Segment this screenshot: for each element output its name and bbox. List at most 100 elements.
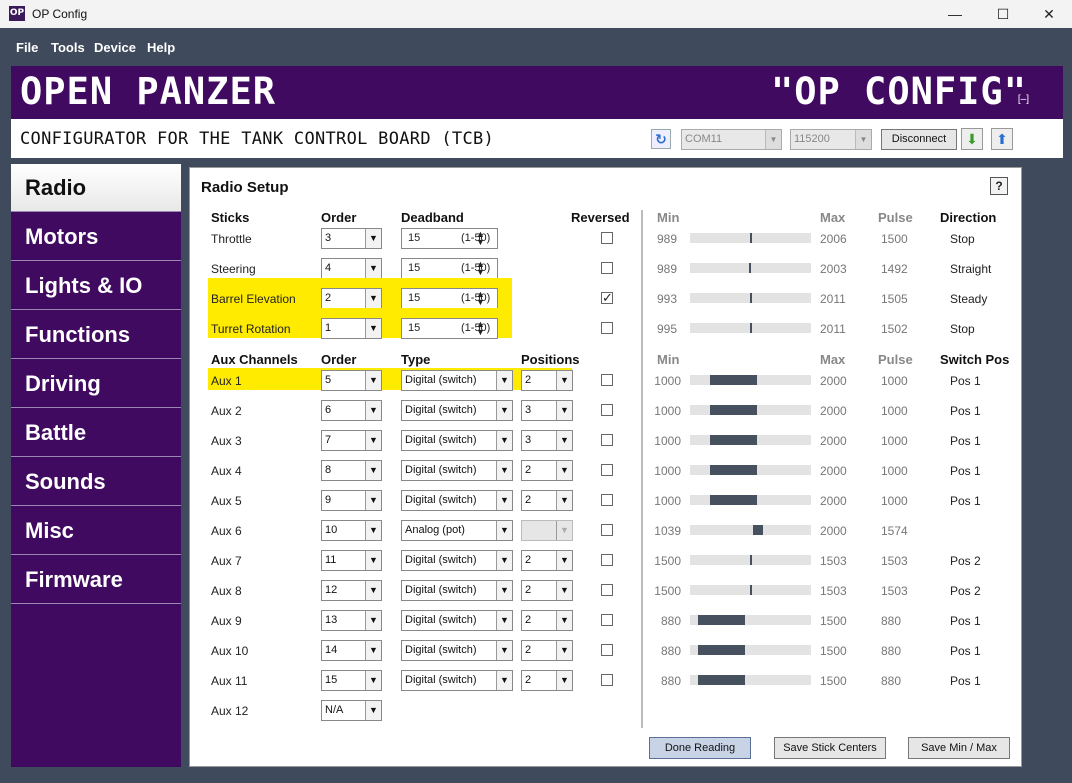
aux-reversed-checkbox[interactable] <box>601 524 613 536</box>
close-button[interactable]: ✕ <box>1026 0 1072 28</box>
nav-functions[interactable]: Functions <box>11 311 181 359</box>
aux-reversed-checkbox[interactable] <box>601 404 613 416</box>
done-reading-button[interactable]: Done Reading <box>649 737 751 759</box>
aux-positions-select[interactable]: 2 ▼ <box>521 670 573 691</box>
port-select[interactable]: COM11 ▼ <box>681 129 782 150</box>
aux-reversed-checkbox[interactable] <box>601 584 613 596</box>
nav-misc[interactable]: Misc <box>11 507 181 555</box>
stick-order-select[interactable]: 3 ▼ <box>321 228 382 249</box>
aux-order-select[interactable]: N/A ▼ <box>321 700 382 721</box>
aux-reversed-checkbox[interactable] <box>601 554 613 566</box>
aux-type-select[interactable]: Digital (switch) ▼ <box>401 580 513 601</box>
reversed-checkbox[interactable] <box>601 262 613 274</box>
aux-type-select[interactable]: Digital (switch) ▼ <box>401 430 513 451</box>
aux-positions-select-value: 2 <box>525 374 532 386</box>
aux-order-select[interactable]: 12 ▼ <box>321 580 382 601</box>
aux-reversed-checkbox[interactable] <box>601 464 613 476</box>
aux-reversed-checkbox[interactable] <box>601 494 613 506</box>
stick-order-select[interactable]: 2 ▼ <box>321 288 382 309</box>
aux-positions-select[interactable]: 2 ▼ <box>521 460 573 481</box>
aux-order-select[interactable]: 14 ▼ <box>321 640 382 661</box>
aux-positions-select[interactable]: 2 ▼ <box>521 580 573 601</box>
reversed-checkbox[interactable] <box>601 232 613 244</box>
deadband-spinner[interactable]: 15 (1-50) ▲ ▼ <box>401 228 498 249</box>
nav-driving[interactable]: Driving <box>11 360 181 408</box>
menu-file[interactable]: File <box>16 40 38 55</box>
aux-type-select-value: Digital (switch) <box>405 434 477 446</box>
spinner-arrows-icon[interactable]: ▲ ▼ <box>474 260 487 277</box>
aux-type-select[interactable]: Digital (switch) ▼ <box>401 670 513 691</box>
save-min-max-button[interactable]: Save Min / Max <box>908 737 1010 759</box>
aux-positions-select[interactable]: 3 ▼ <box>521 400 573 421</box>
chevron-down-icon: ▼ <box>556 611 572 630</box>
help-button[interactable]: ? <box>990 177 1008 195</box>
deadband-spinner[interactable]: 15 (1-50) ▲ ▼ <box>401 318 498 339</box>
aux-type-select[interactable]: Analog (pot) ▼ <box>401 520 513 541</box>
menu-tools[interactable]: Tools <box>51 40 85 55</box>
aux-order-select[interactable]: 9 ▼ <box>321 490 382 511</box>
aux-type-select[interactable]: Digital (switch) ▼ <box>401 550 513 571</box>
menu-help[interactable]: Help <box>147 40 175 55</box>
aux-positions-select[interactable]: 2 ▼ <box>521 490 573 511</box>
deadband-spinner[interactable]: 15 (1-50) ▲ ▼ <box>401 288 498 309</box>
baud-select[interactable]: 115200 ▼ <box>790 129 872 150</box>
aux-type-select[interactable]: Digital (switch) ▼ <box>401 460 513 481</box>
disconnect-button[interactable]: Disconnect <box>881 129 957 150</box>
spinner-arrows-icon[interactable]: ▲ ▼ <box>474 320 487 337</box>
minimize-button[interactable]: — <box>932 0 978 28</box>
chevron-down-icon: ▼ <box>556 581 572 600</box>
aux-pulse: 1503 <box>881 554 908 568</box>
stick-order-select[interactable]: 4 ▼ <box>321 258 382 279</box>
aux-positions-select[interactable]: 2 ▼ <box>521 640 573 661</box>
read-device-button[interactable]: ⬇ <box>961 128 983 150</box>
aux-order-select[interactable]: 8 ▼ <box>321 460 382 481</box>
aux-positions-select[interactable]: ▼ <box>521 520 573 541</box>
nav-lights-io[interactable]: Lights & IO <box>11 262 181 310</box>
aux-order-select[interactable]: 5 ▼ <box>321 370 382 391</box>
menu-device[interactable]: Device <box>94 40 136 55</box>
stick-order-select[interactable]: 1 ▼ <box>321 318 382 339</box>
aux-type-select[interactable]: Digital (switch) ▼ <box>401 490 513 511</box>
aux-reversed-checkbox[interactable] <box>601 374 613 386</box>
nav-radio[interactable]: Radio <box>11 164 181 212</box>
deadband-spinner[interactable]: 15 (1-50) ▲ ▼ <box>401 258 498 279</box>
stick-name: Steering <box>211 262 256 276</box>
maximize-button[interactable]: ☐ <box>980 0 1026 28</box>
aux-type-select[interactable]: Digital (switch) ▼ <box>401 610 513 631</box>
nav-motors[interactable]: Motors <box>11 213 181 261</box>
aux-order-select[interactable]: 10 ▼ <box>321 520 382 541</box>
app-icon: OP <box>9 6 25 21</box>
nav-firmware[interactable]: Firmware <box>11 556 181 604</box>
refresh-ports-button[interactable]: ↻ <box>651 129 671 149</box>
aux-reversed-checkbox[interactable] <box>601 434 613 446</box>
aux-order-select[interactable]: 15 ▼ <box>321 670 382 691</box>
aux-order-select[interactable]: 11 ▼ <box>321 550 382 571</box>
aux-positions-select[interactable]: 2 ▼ <box>521 370 573 391</box>
aux-positions-select[interactable]: 2 ▼ <box>521 550 573 571</box>
spinner-arrows-icon[interactable]: ▲ ▼ <box>474 290 487 307</box>
aux-order-select[interactable]: 13 ▼ <box>321 610 382 631</box>
aux-reversed-checkbox[interactable] <box>601 644 613 656</box>
write-device-button[interactable]: ⬆ <box>991 128 1013 150</box>
aux-type-select[interactable]: Digital (switch) ▼ <box>401 400 513 421</box>
aux-reversed-checkbox[interactable] <box>601 614 613 626</box>
aux-type-select[interactable]: Digital (switch) ▼ <box>401 370 513 391</box>
collapse-icon[interactable]: [–] <box>1018 94 1029 105</box>
aux-positions-select[interactable]: 2 ▼ <box>521 610 573 631</box>
aux-min: 880 <box>660 614 681 628</box>
aux-type-select[interactable]: Digital (switch) ▼ <box>401 640 513 661</box>
aux-order-select[interactable]: 6 ▼ <box>321 400 382 421</box>
header-min: Min <box>657 210 680 225</box>
aux-order-select[interactable]: 7 ▼ <box>321 430 382 451</box>
reversed-checkbox[interactable] <box>601 322 613 334</box>
chevron-down-icon: ▼ <box>365 319 381 338</box>
aux-positions-select[interactable]: 3 ▼ <box>521 430 573 451</box>
nav-battle[interactable]: Battle <box>11 409 181 457</box>
header-reversed: Reversed <box>571 210 630 225</box>
aux-max: 1500 <box>820 614 847 628</box>
reversed-checkbox[interactable]: ✓ <box>601 291 613 304</box>
save-stick-centers-button[interactable]: Save Stick Centers <box>774 737 886 759</box>
nav-sounds[interactable]: Sounds <box>11 458 181 506</box>
spinner-arrows-icon[interactable]: ▲ ▼ <box>474 230 487 247</box>
aux-reversed-checkbox[interactable] <box>601 674 613 686</box>
